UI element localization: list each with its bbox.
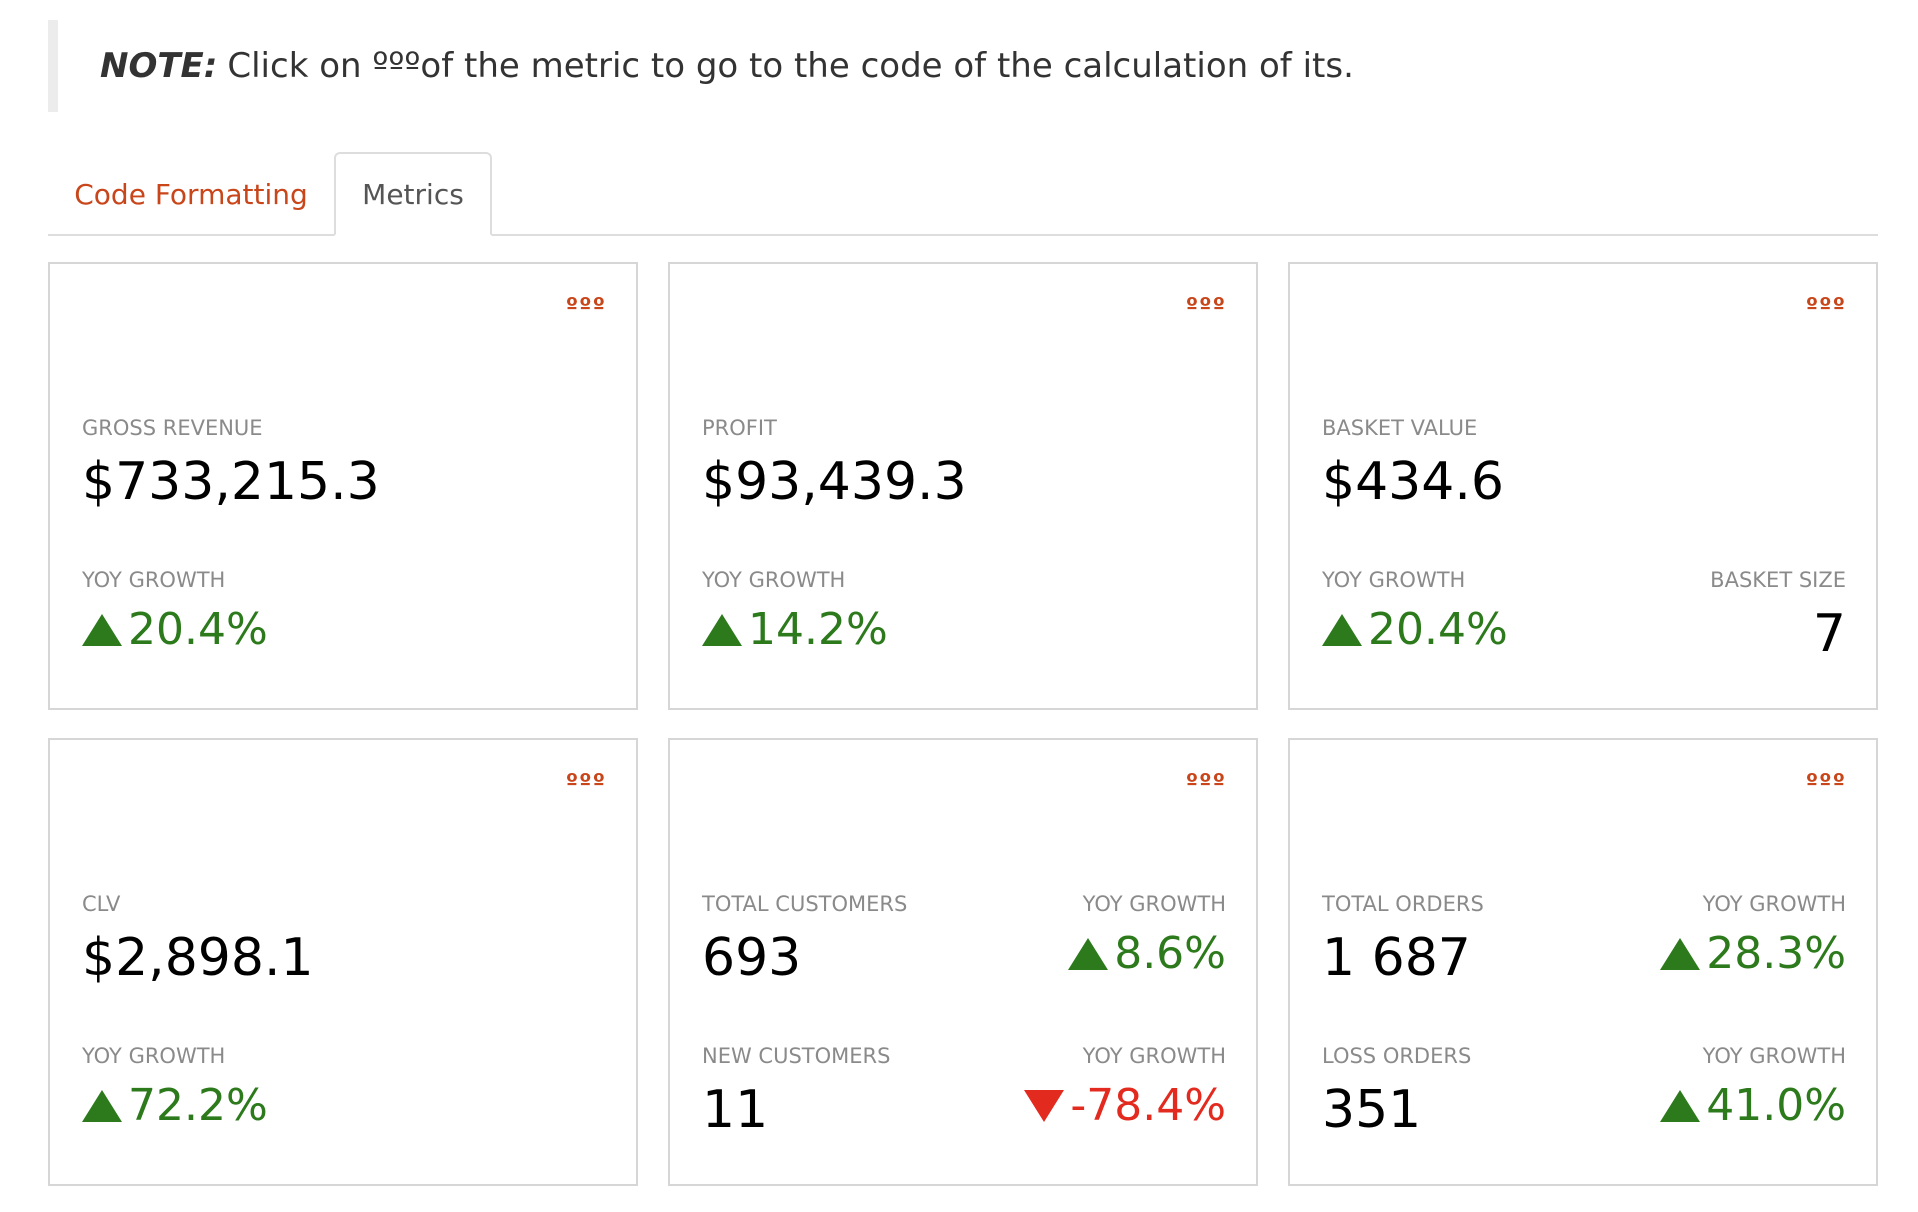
tab-metrics[interactable]: Metrics <box>334 152 492 236</box>
card-gross-revenue: ººº GROSS REVENUE $733,215.3 YoY GROWTH … <box>48 262 638 710</box>
growth-value: 20.4% <box>1322 604 1508 655</box>
total-orders-value: 1 687 <box>1322 928 1471 988</box>
tab-code-formatting[interactable]: Code Formatting <box>48 152 334 236</box>
note-block: NOTE: Click on ºººof the metric to go to… <box>48 20 1878 112</box>
growth-label: YoY GROWTH <box>1082 1044 1226 1068</box>
card-clv: ººº CLV $2,898.1 YoY GROWTH 72.2% <box>48 738 638 1186</box>
card-profit: ººº PROFIT $93,439.3 YoY GROWTH 14.2% <box>668 262 1258 710</box>
growth-value: 20.4% <box>82 604 268 655</box>
growth-value: -78.4% <box>1024 1080 1226 1131</box>
loss-orders-value: 351 <box>1322 1080 1422 1140</box>
more-menu-icon[interactable]: ººº <box>566 294 606 319</box>
growth-value: 14.2% <box>702 604 888 655</box>
metric-value: $93,439.3 <box>702 452 967 512</box>
metric-value: $434.6 <box>1322 452 1504 512</box>
triangle-up-icon <box>82 613 122 646</box>
metric-label: BASKET VALUE <box>1322 416 1478 440</box>
new-customers-label: NEW CUSTOMERS <box>702 1044 891 1068</box>
note-text: Click on ºººof the metric to go to the c… <box>227 46 1354 86</box>
growth-value: 28.3% <box>1660 928 1846 979</box>
more-menu-icon[interactable]: ººº <box>1806 294 1846 319</box>
total-customers-value: 693 <box>702 928 802 988</box>
growth-label: YoY GROWTH <box>1702 892 1846 916</box>
triangle-up-icon <box>1322 613 1362 646</box>
growth-label: YoY GROWTH <box>82 568 226 592</box>
growth-label: YoY GROWTH <box>1322 568 1466 592</box>
more-menu-icon[interactable]: ººº <box>1186 294 1226 319</box>
metric-value: $733,215.3 <box>82 452 380 512</box>
note-label: NOTE: <box>100 46 218 86</box>
triangle-up-icon <box>82 1089 122 1122</box>
triangle-up-icon <box>1660 937 1701 970</box>
metric-label: CLV <box>82 892 121 916</box>
more-menu-icon[interactable]: ººº <box>1806 770 1846 795</box>
more-menu-icon[interactable]: ººº <box>1186 770 1226 795</box>
growth-label: YoY GROWTH <box>82 1044 226 1068</box>
growth-label: YoY GROWTH <box>702 568 846 592</box>
triangle-up-icon <box>1068 937 1109 970</box>
loss-orders-label: LOSS ORDERS <box>1322 1044 1472 1068</box>
total-orders-label: TOTAL ORDERS <box>1322 892 1484 916</box>
card-orders: ººº TOTAL ORDERS 1 687 YoY GROWTH 28.3% … <box>1288 738 1878 1186</box>
new-customers-value: 11 <box>702 1080 769 1140</box>
more-menu-icon[interactable]: ººº <box>566 770 606 795</box>
triangle-down-icon <box>1024 1089 1065 1122</box>
metric-label: GROSS REVENUE <box>82 416 263 440</box>
growth-label: YoY GROWTH <box>1702 1044 1846 1068</box>
basket-size-value: 7 <box>1812 604 1846 664</box>
metric-label: PROFIT <box>702 416 777 440</box>
card-basket-value: ººº BASKET VALUE $434.6 YoY GROWTH 20.4%… <box>1288 262 1878 710</box>
triangle-up-icon <box>1660 1089 1701 1122</box>
basket-size-label: BASKET SIZE <box>1710 568 1846 592</box>
total-customers-label: TOTAL CUSTOMERS <box>702 892 908 916</box>
triangle-up-icon <box>702 613 742 646</box>
growth-value: 41.0% <box>1660 1080 1846 1131</box>
growth-value: 72.2% <box>82 1080 268 1131</box>
tab-bar: Code Formatting Metrics <box>48 152 1878 236</box>
card-customers: ººº TOTAL CUSTOMERS 693 YoY GROWTH 8.6% … <box>668 738 1258 1186</box>
metric-value: $2,898.1 <box>82 928 314 988</box>
growth-label: YoY GROWTH <box>1082 892 1226 916</box>
growth-value: 8.6% <box>1068 928 1226 979</box>
